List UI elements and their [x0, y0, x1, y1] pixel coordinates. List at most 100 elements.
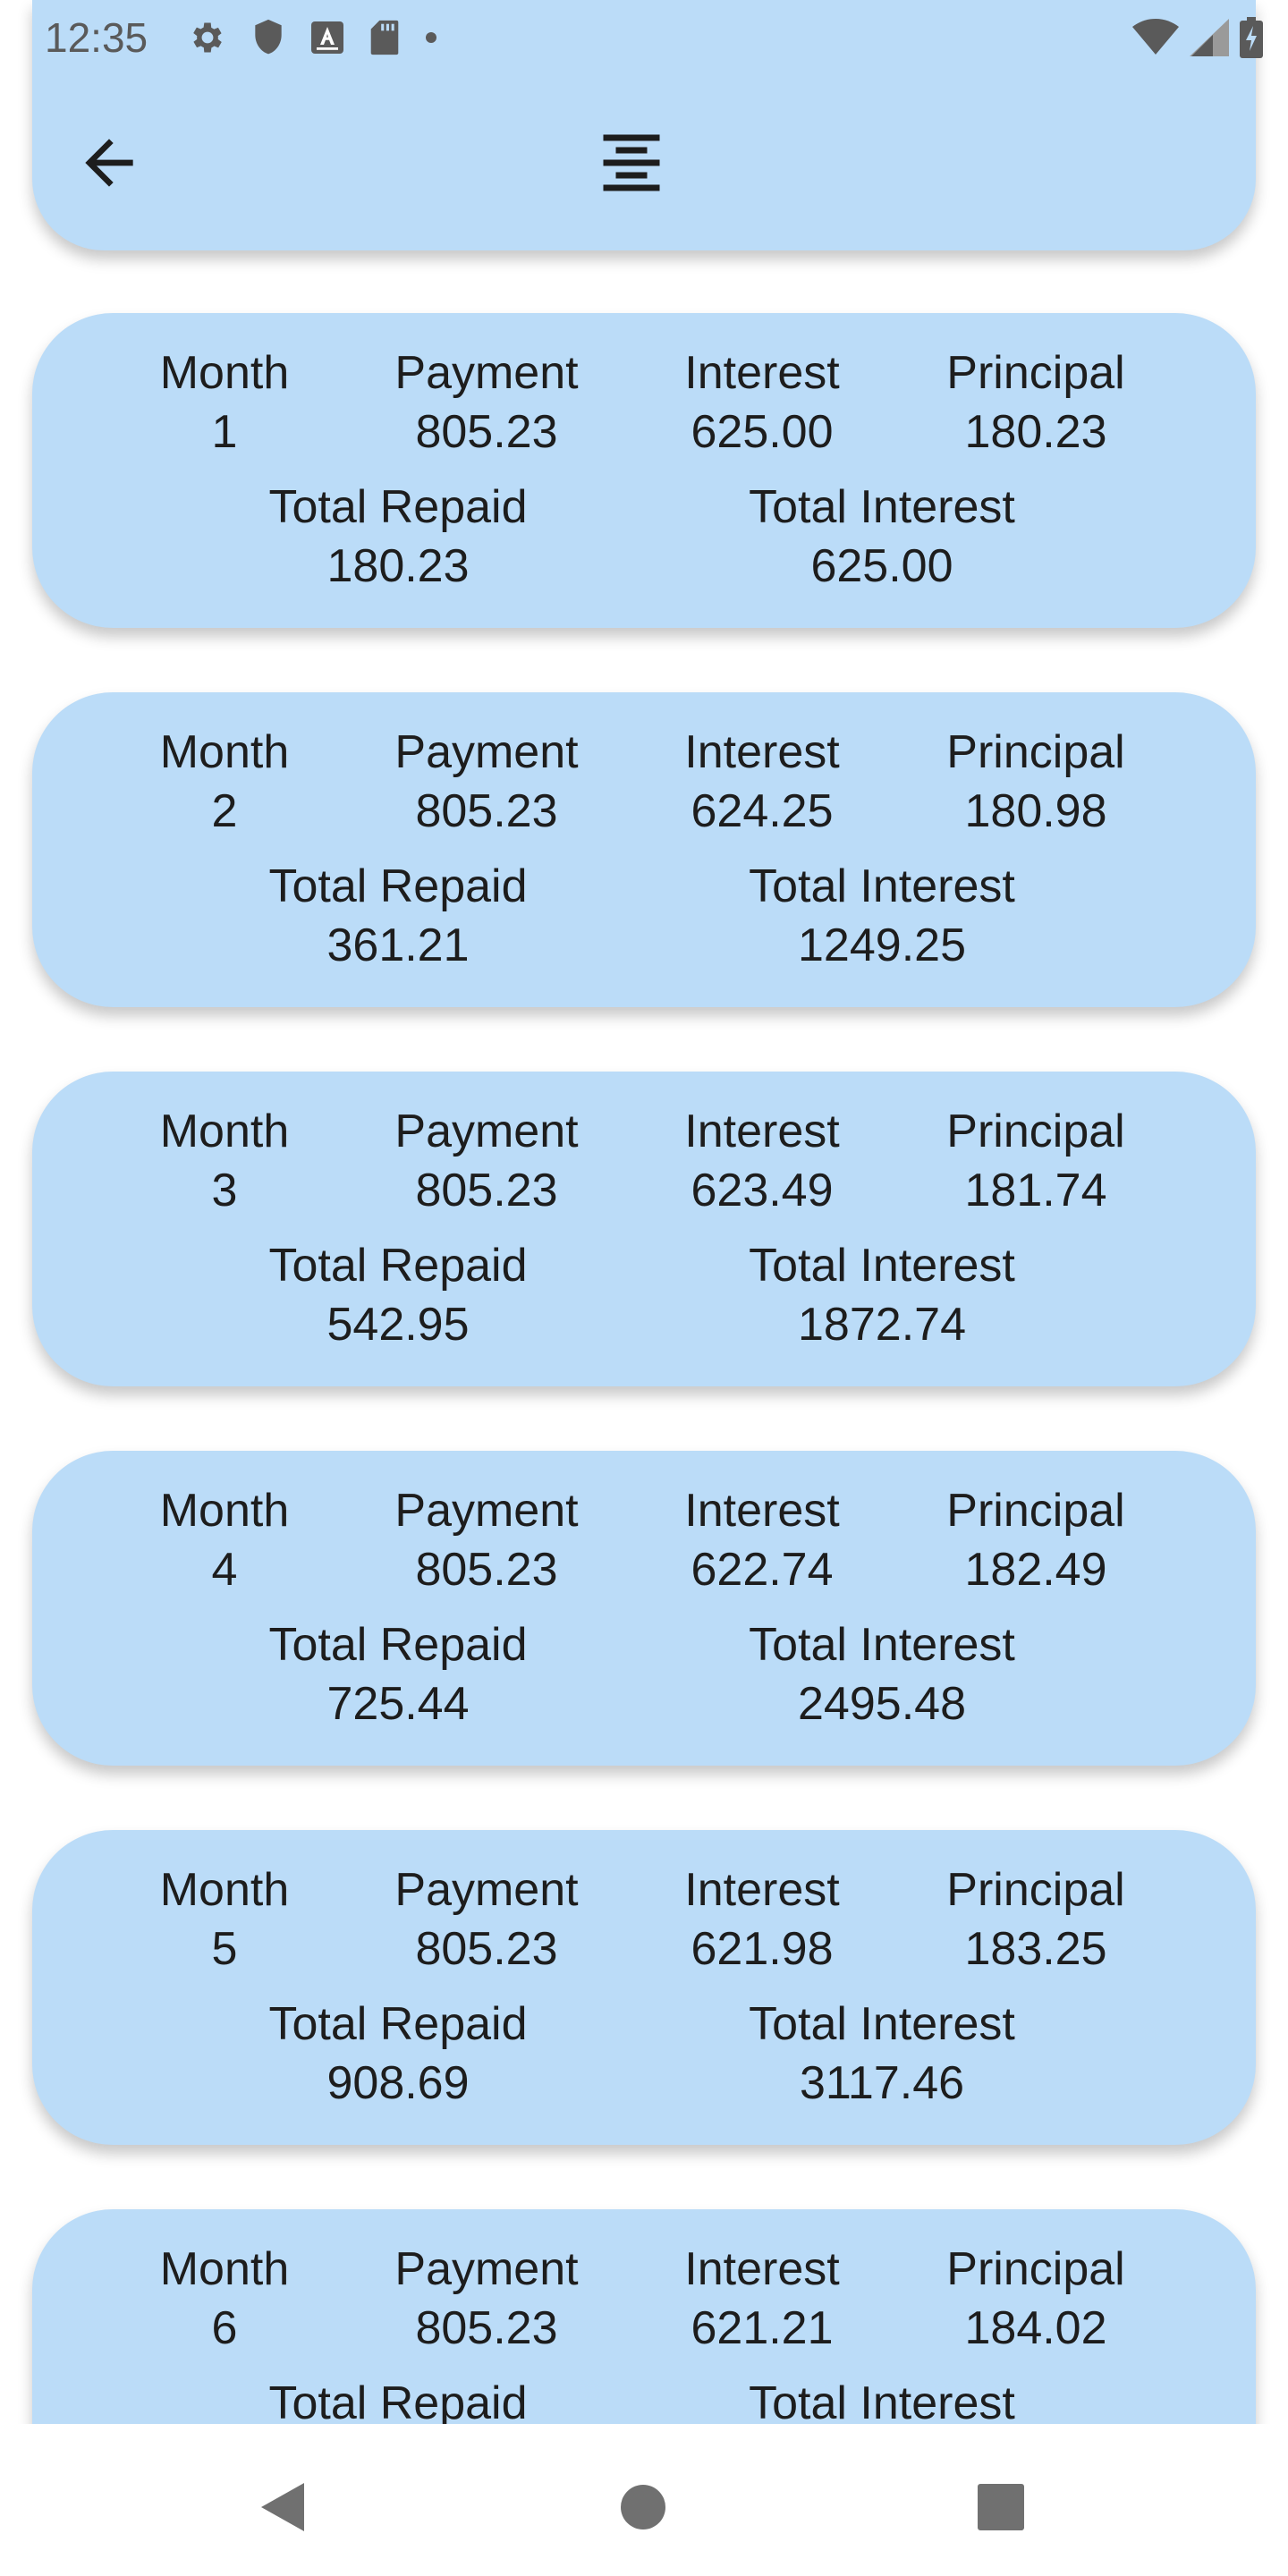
total-repaid-value: 908.69 [326, 2057, 470, 2109]
total-interest-cell: Total Interest 625.00 [749, 478, 1015, 596]
wifi-icon [1132, 19, 1179, 55]
list-item: Month 5 Payment 805.23 Interest 621.98 P… [32, 1830, 1256, 2145]
total-repaid-value: 180.23 [326, 540, 470, 592]
interest-value: 622.74 [691, 1544, 834, 1596]
principal-cell: Principal 180.23 [946, 343, 1124, 462]
principal-cell: Principal 181.74 [946, 1102, 1124, 1220]
month-label: Month [159, 2243, 290, 2295]
total-interest-value: 3117.46 [799, 2057, 965, 2109]
payment-value: 805.23 [415, 785, 558, 837]
principal-value: 180.23 [964, 406, 1107, 458]
total-repaid-cell: Total Repaid 542.95 [268, 1236, 527, 1354]
principal-cell: Principal 184.02 [946, 2240, 1124, 2358]
sd-card-icon [370, 20, 399, 55]
nav-back-button[interactable] [252, 2476, 315, 2538]
payment-label: Payment [394, 1864, 579, 1916]
principal-label: Principal [946, 1864, 1125, 1916]
payment-cell: Payment 805.23 [394, 723, 578, 841]
month-cell: Month 2 [160, 723, 290, 841]
month-value: 5 [211, 1923, 238, 1975]
signal-icon [1190, 19, 1229, 56]
principal-value: 184.02 [964, 2302, 1107, 2354]
interest-value: 625.00 [691, 406, 834, 458]
total-interest-label: Total Interest [749, 2377, 1015, 2424]
principal-label: Principal [946, 347, 1125, 399]
month-cell: Month 1 [160, 343, 290, 462]
payment-label: Payment [394, 2243, 579, 2295]
interest-label: Interest [684, 2243, 840, 2295]
interest-label: Interest [684, 726, 840, 778]
total-repaid-value: 542.95 [326, 1299, 470, 1351]
status-bar: 12:35 [0, 0, 1288, 75]
list-item: Month 3 Payment 805.23 Interest 623.49 P… [32, 1072, 1256, 1386]
nav-recents-icon [978, 2484, 1024, 2530]
month-cell: Month 5 [160, 1860, 290, 1979]
total-interest-label: Total Interest [749, 860, 1015, 912]
total-interest-value: 1872.74 [798, 1299, 966, 1351]
interest-label: Interest [684, 1485, 840, 1537]
total-interest-cell: Total Interest 2495.48 [749, 1615, 1015, 1733]
month-label: Month [159, 726, 290, 778]
principal-label: Principal [946, 1485, 1125, 1537]
total-repaid-label: Total Repaid [268, 481, 528, 533]
total-interest-label: Total Interest [749, 481, 1015, 533]
total-repaid-label: Total Repaid [268, 1240, 528, 1292]
interest-cell: Interest 621.21 [684, 2240, 839, 2358]
payment-label: Payment [394, 347, 579, 399]
total-repaid-label: Total Repaid [268, 860, 528, 912]
payment-cell: Payment 805.23 [394, 2240, 578, 2358]
list-item: Month 6 Payment 805.23 Interest 621.21 P… [32, 2209, 1256, 2424]
interest-cell: Interest 624.25 [684, 723, 839, 841]
dot-icon [426, 32, 436, 43]
back-button[interactable] [73, 127, 145, 199]
month-value: 4 [211, 1544, 238, 1596]
interest-cell: Interest 621.98 [684, 1860, 839, 1979]
list-item: Month 2 Payment 805.23 Interest 624.25 P… [32, 692, 1256, 1007]
status-time: 12:35 [45, 14, 148, 61]
total-interest-value: 1249.25 [798, 919, 966, 971]
payment-value: 805.23 [415, 406, 558, 458]
nav-home-icon [621, 2485, 665, 2529]
total-repaid-cell: Total Repaid 725.44 [268, 1615, 527, 1733]
principal-label: Principal [946, 726, 1125, 778]
amortization-list[interactable]: Month 1 Payment 805.23 Interest 625.00 P… [0, 250, 1288, 2424]
payment-value: 805.23 [415, 1544, 558, 1596]
payment-value: 805.23 [415, 2302, 558, 2354]
interest-cell: Interest 622.74 [684, 1481, 839, 1599]
total-interest-cell: Total Interest 1249.25 [749, 857, 1015, 975]
interest-cell: Interest 625.00 [684, 343, 839, 462]
total-repaid-label: Total Repaid [268, 1619, 528, 1671]
interest-label: Interest [684, 347, 840, 399]
principal-value: 181.74 [964, 1165, 1107, 1216]
total-repaid-label: Total Repaid [268, 2377, 528, 2424]
text-a-icon [311, 21, 343, 54]
interest-label: Interest [684, 1106, 840, 1157]
list-item: Month 4 Payment 805.23 Interest 622.74 P… [32, 1451, 1256, 1766]
total-repaid-cell: Total Repaid 908.69 [268, 1995, 527, 2113]
principal-cell: Principal 182.49 [946, 1481, 1124, 1599]
status-icons-right [1132, 17, 1263, 58]
align-center-button[interactable] [594, 125, 669, 200]
list-item: Month 1 Payment 805.23 Interest 625.00 P… [32, 313, 1256, 628]
total-repaid-cell: Total Repaid 180.23 [268, 478, 527, 596]
payment-label: Payment [394, 726, 579, 778]
navigation-bar [0, 2424, 1288, 2576]
nav-recents-button[interactable] [970, 2476, 1032, 2538]
payment-cell: Payment 805.23 [394, 1481, 578, 1599]
settings-gear-icon [193, 22, 222, 53]
nav-home-button[interactable] [612, 2476, 674, 2538]
principal-label: Principal [946, 1106, 1125, 1157]
total-interest-value: 625.00 [810, 540, 953, 592]
month-cell: Month 6 [160, 2240, 290, 2358]
interest-label: Interest [684, 1864, 840, 1916]
total-interest-cell: Total Interest [749, 2374, 1015, 2424]
month-label: Month [159, 1106, 290, 1157]
total-repaid-cell: Total Repaid 361.21 [268, 857, 527, 975]
interest-value: 621.98 [691, 1923, 834, 1975]
payment-value: 805.23 [415, 1923, 558, 1975]
principal-cell: Principal 183.25 [946, 1860, 1124, 1979]
payment-label: Payment [394, 1485, 579, 1537]
interest-value: 624.25 [691, 785, 834, 837]
month-cell: Month 3 [160, 1102, 290, 1220]
total-interest-label: Total Interest [749, 1998, 1015, 2050]
